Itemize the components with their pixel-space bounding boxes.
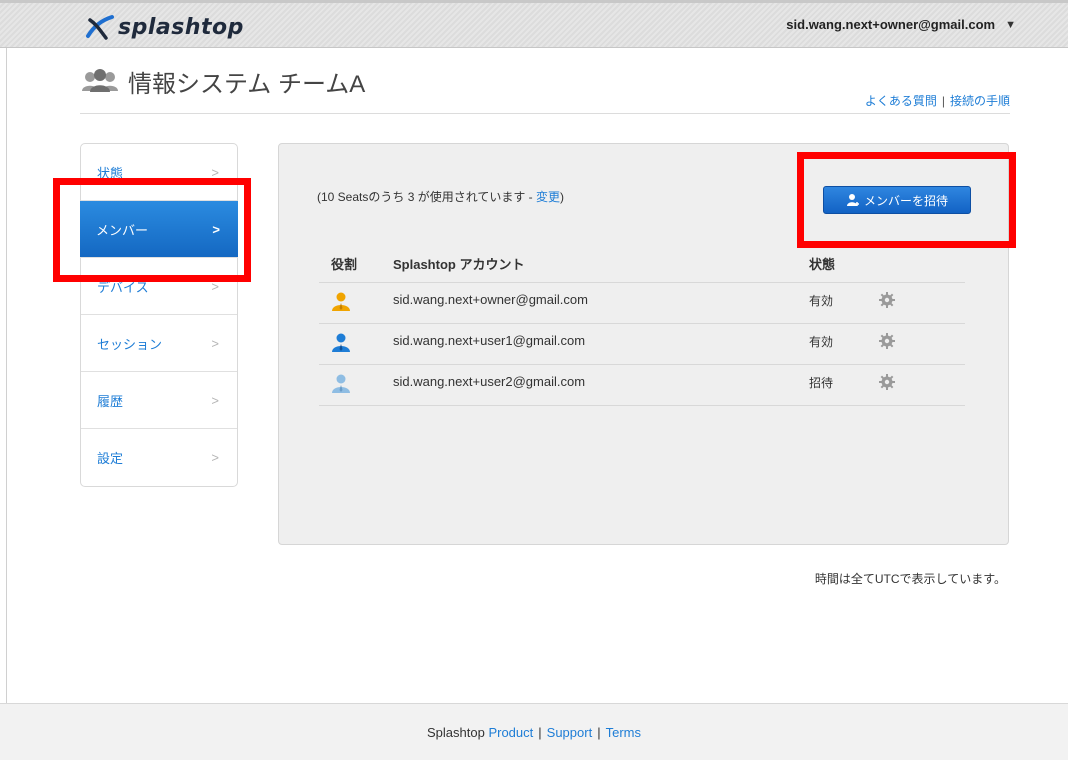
faq-link[interactable]: よくある質問 [865,94,937,108]
seat-usage-prefix: (10 Seatsのうち 3 が使用されています - [317,190,537,204]
chevron-right-icon: > [211,450,219,465]
table-row: sid.wang.next+owner@gmail.com 有効 [319,282,965,324]
window-edge [6,0,7,760]
gear-icon[interactable] [879,332,895,352]
role-cell [319,282,393,324]
role-cell [319,323,393,365]
gear-icon[interactable] [879,373,895,393]
change-seats-link[interactable]: 変更 [536,190,560,204]
sidebar-item-settings[interactable]: 設定 > [81,429,237,486]
top-bar: splashtop sid.wang.next+owner@gmail.com … [0,0,1068,48]
team-group-icon [80,67,120,97]
table-header-row: 役割 Splashtop アカウント 状態 [319,246,965,283]
gear-cell [879,282,965,324]
account-cell: sid.wang.next+user2@gmail.com [393,364,809,406]
table-row: sid.wang.next+user2@gmail.com 招待 [319,364,965,406]
status-cell: 有効 [809,282,879,324]
column-header-role: 役割 [319,246,393,283]
caret-down-icon: ▼ [1005,18,1016,31]
invited-user-icon [331,374,351,397]
account-email: sid.wang.next+owner@gmail.com [786,17,996,32]
chevron-right-icon: > [211,392,219,408]
logo-text: splashtop [118,14,244,40]
highlight-box-members-nav [53,178,251,282]
account-cell: sid.wang.next+owner@gmail.com [393,282,809,324]
help-link-separator: | [941,94,945,108]
account-menu[interactable]: sid.wang.next+owner@gmail.com ▼ [786,17,1016,32]
column-header-actions [879,246,965,283]
seat-usage-suffix: ) [560,190,565,204]
members-table: 役割 Splashtop アカウント 状態 sid.wang.next+owne… [319,246,965,406]
team-title: 情報システム チームA [80,64,365,99]
role-cell [319,364,393,406]
account-cell: sid.wang.next+user1@gmail.com [393,323,809,365]
sidebar-item-label: 設定 [97,451,124,466]
sidebar-item-label: セッション [97,336,163,352]
footer-separator: | [538,724,542,740]
owner-icon [331,292,351,315]
footer-product-link[interactable]: Product [488,725,533,740]
utc-note: 時間は全てUTCで表示しています。 [814,572,1006,586]
gear-cell [879,364,965,406]
splashtop-logo-icon [84,14,114,40]
status-cell: 招待 [809,364,879,406]
seat-usage-text: (10 Seatsのうち 3 が使用されています - 変更) [317,188,564,205]
splashtop-logo[interactable]: splashtop [84,13,244,41]
footer-support-link[interactable]: Support [547,725,593,740]
footer-separator: | [597,724,601,740]
column-header-status: 状態 [809,246,879,283]
sidebar-item-label: 履歴 [97,393,124,409]
title-row: 情報システム チームA よくある質問 | 接続の手順 [80,64,1010,114]
table-row: sid.wang.next+user1@gmail.com 有効 [319,323,965,365]
gear-cell [879,323,965,365]
user-icon [331,333,351,356]
footer-terms-link[interactable]: Terms [606,725,641,740]
column-header-account: Splashtop アカウント [393,246,809,283]
footer-brand: Splashtop [427,724,485,740]
footer: Splashtop Product | Support | Terms [0,703,1068,760]
status-cell: 有効 [809,323,879,365]
sidebar-item-sessions[interactable]: セッション > [81,315,237,372]
page-title: 情報システム チームA [128,71,366,98]
help-links: よくある質問 | 接続の手順 [865,92,1010,109]
connection-guide-link[interactable]: 接続の手順 [950,94,1010,108]
highlight-box-invite-button [797,152,1016,248]
gear-icon[interactable] [879,291,895,311]
chevron-right-icon: > [211,335,219,351]
sidebar-item-history[interactable]: 履歴 > [81,372,237,429]
